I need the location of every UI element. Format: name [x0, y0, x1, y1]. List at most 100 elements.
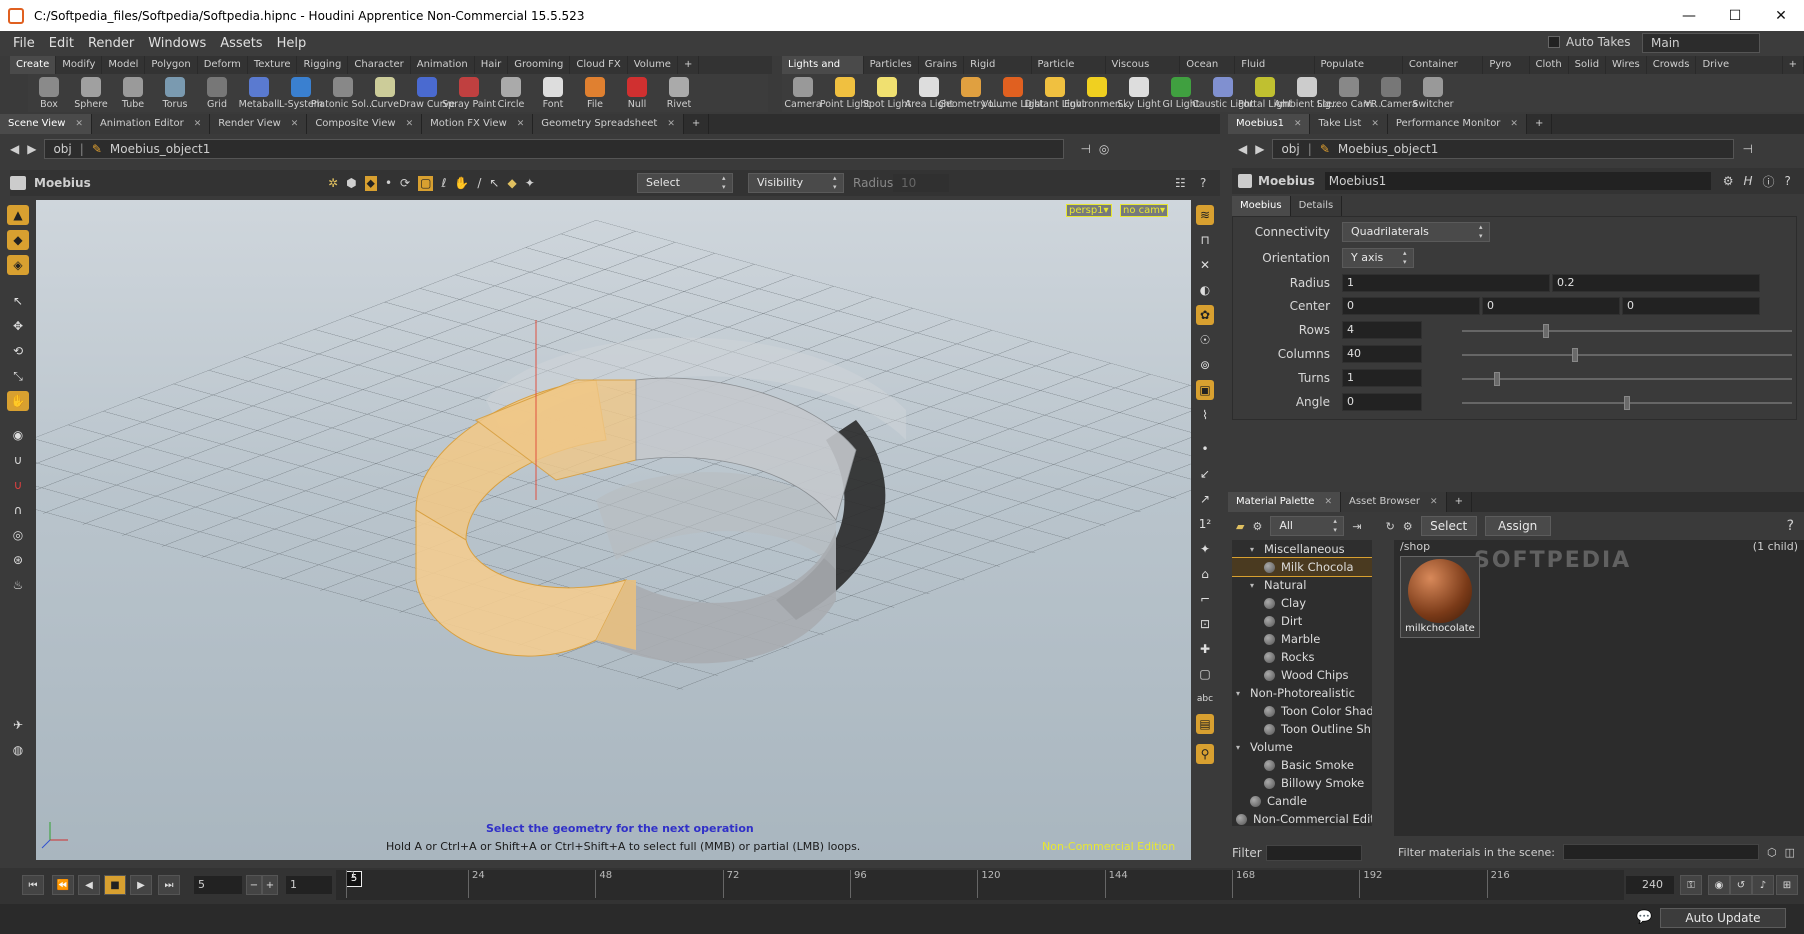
lasso-icon[interactable]: ℓ	[441, 176, 446, 191]
columns-slider-knob[interactable]	[1572, 348, 1579, 362]
gear-icon[interactable]: ⚙	[1723, 174, 1734, 188]
auto-takes-checkbox[interactable]	[1548, 36, 1560, 48]
scale-tool-icon[interactable]: ⤡	[7, 366, 29, 386]
visible-select-icon[interactable]: ◆	[507, 176, 516, 191]
close-tab-icon[interactable]: ✕	[1324, 492, 1332, 512]
tree-item-toon-color-shad[interactable]: Toon Color Shad	[1232, 702, 1372, 720]
shelf-tab-grooming[interactable]: Grooming	[508, 56, 571, 74]
forward-arrow-icon[interactable]: ▶	[27, 142, 36, 156]
collapse-toggle-icon[interactable]: ▾	[1236, 743, 1246, 752]
shelf-tool-spot-light[interactable]: Spot Light	[863, 74, 911, 112]
tree-item-non-commercial-edition[interactable]: Non-Commercial Edition	[1232, 810, 1372, 826]
param-forward-arrow-icon[interactable]: ▶	[1255, 142, 1264, 156]
info-icon[interactable]: ⓘ	[1763, 173, 1775, 190]
light-tool-icon[interactable]: ◍	[7, 740, 29, 760]
columns-slider[interactable]	[1462, 348, 1792, 362]
auto-update-button[interactable]: Auto Update	[1660, 908, 1786, 928]
jump-end-button[interactable]: ⏭	[158, 875, 180, 895]
param-path-field[interactable]: obj | ✎ Moebius_object1	[1272, 139, 1735, 159]
teapot-icon[interactable]: ♨	[7, 575, 29, 595]
shelf-tab-viscous-fluids[interactable]: Viscous Fluids	[1106, 56, 1181, 88]
shelf-tab-wires[interactable]: Wires	[1606, 56, 1647, 74]
menu-render[interactable]: Render	[81, 36, 141, 51]
camera-tool-icon[interactable]: ◎	[7, 525, 29, 545]
milkchocolate-swatch[interactable]: milkchocolate	[1400, 556, 1480, 638]
angle-field[interactable]: 0	[1342, 393, 1422, 411]
chat-icon[interactable]: 💬	[1636, 910, 1652, 925]
help-icon[interactable]: ?	[1200, 176, 1206, 190]
snap-tool-icon[interactable]: ∩	[7, 500, 29, 520]
close-tab-icon[interactable]: ✕	[194, 114, 202, 134]
end-frame-field[interactable]: 240	[1626, 876, 1674, 894]
close-tab-icon[interactable]: ✕	[291, 114, 299, 134]
shelf-tab-cloud-fx[interactable]: Cloud FX	[570, 56, 628, 74]
tree-item-candle[interactable]: Candle	[1232, 792, 1372, 810]
render-tool-icon[interactable]: ⊛	[7, 550, 29, 570]
add-shelf-tab-icon[interactable]: +	[678, 56, 700, 74]
param-back-arrow-icon[interactable]: ◀	[1238, 142, 1247, 156]
param-help-icon[interactable]: ?	[1785, 174, 1791, 188]
shading-icon[interactable]: ◐	[1196, 280, 1214, 300]
shelf-tab-polygon[interactable]: Polygon	[145, 56, 198, 74]
pane-tab-take-list[interactable]: Take List ✕	[1310, 114, 1388, 134]
tree-group-non-photorealistic[interactable]: ▾ Non-Photorealistic	[1232, 684, 1372, 702]
filter-input[interactable]	[1265, 845, 1362, 861]
key-icon[interactable]: ⚿	[1680, 875, 1702, 895]
shelf-tab-texture[interactable]: Texture	[248, 56, 298, 74]
center-z-field[interactable]: 0	[1622, 297, 1760, 315]
folder-icon[interactable]: ▰	[1236, 520, 1244, 533]
shelf-tab-drive-simulation[interactable]: Drive Simulation	[1696, 56, 1783, 88]
close-button[interactable]: ✕	[1758, 0, 1804, 31]
pane-tab-moebius1[interactable]: Moebius1 ✕	[1228, 114, 1311, 134]
refresh-icon[interactable]: ↻	[1386, 520, 1395, 533]
close-tab-icon[interactable]: ✕	[1430, 492, 1438, 512]
shelf-tab-particle-fluids[interactable]: Particle Fluids	[1032, 56, 1106, 88]
tab-details[interactable]: Details	[1290, 196, 1343, 216]
shelf-tool-spray-paint[interactable]: Spray Paint	[442, 74, 496, 112]
connectivity-dropdown[interactable]: Quadrilaterals	[1342, 222, 1490, 242]
shelf-tool-file[interactable]: File	[574, 74, 616, 112]
material-select-button[interactable]: Select	[1420, 516, 1477, 536]
view-tool-icon[interactable]: ◆	[7, 230, 29, 250]
display-layers-icon[interactable]: ≋	[1196, 205, 1214, 225]
shelf-tab-rigging[interactable]: Rigging	[297, 56, 349, 74]
material-assign-button[interactable]: Assign	[1484, 516, 1551, 536]
shop-filter-input[interactable]	[1562, 844, 1759, 860]
tree-item-marble[interactable]: Marble	[1232, 630, 1372, 648]
material-filter-dropdown[interactable]: All	[1270, 516, 1345, 536]
shelf-tab-rigid-bodies[interactable]: Rigid Bodies	[964, 56, 1032, 88]
turns-slider[interactable]	[1462, 372, 1792, 386]
transform-display-icon[interactable]: ✚	[1196, 639, 1214, 659]
pane-tab-motion-fx-view[interactable]: Motion FX View ✕	[422, 114, 534, 134]
frame-plus-button[interactable]: +	[262, 875, 278, 895]
object-select-icon[interactable]: ⬢	[346, 176, 356, 191]
rows-slider[interactable]	[1462, 324, 1792, 338]
shelf-tab-lights-and-ca[interactable]: Lights and Ca...	[782, 56, 864, 88]
turns-slider-knob[interactable]	[1494, 372, 1501, 386]
material-send-icon[interactable]: ⇥	[1352, 520, 1361, 533]
highlight-icon[interactable]: ✿	[1196, 305, 1214, 325]
pane-tab-performance-monitor[interactable]: Performance Monitor ✕	[1387, 114, 1527, 134]
rotate-tool-icon[interactable]: ⟲	[7, 341, 29, 361]
object-tool-icon[interactable]: ◈	[7, 255, 29, 275]
tree-item-dirt[interactable]: Dirt	[1232, 612, 1372, 630]
pose-tool-icon[interactable]: ✋	[7, 391, 29, 411]
hull-icon[interactable]: ▢	[1196, 664, 1214, 684]
shelf-tab-modify[interactable]: Modify	[56, 56, 103, 74]
play-reverse-button[interactable]: ◀	[78, 875, 100, 895]
paint-select-icon[interactable]: ✋	[454, 176, 469, 191]
start-frame-field[interactable]: 1	[286, 876, 332, 894]
shelf-tab-volume[interactable]: Volume	[628, 56, 678, 74]
shelf-tool-null[interactable]: Null	[616, 74, 658, 112]
close-tab-icon[interactable]: ✕	[667, 114, 675, 134]
add-pane-tab-icon[interactable]: +	[684, 114, 710, 134]
cube-icon[interactable]: ⬡	[1767, 846, 1777, 859]
menu-assets[interactable]: Assets	[213, 36, 269, 51]
shelf-tool-tube[interactable]: Tube	[112, 74, 154, 112]
camera-lock-icon[interactable]: ⊚	[1196, 355, 1214, 375]
shelf-tab-ocean-fx[interactable]: Ocean FX	[1180, 56, 1236, 88]
add-pane-tab-icon[interactable]: +	[1527, 114, 1553, 134]
loop-icon[interactable]: ↺	[1730, 875, 1752, 895]
radius-field[interactable]: 10	[893, 174, 949, 192]
add-shelf-tab-icon[interactable]: +	[1783, 56, 1804, 74]
